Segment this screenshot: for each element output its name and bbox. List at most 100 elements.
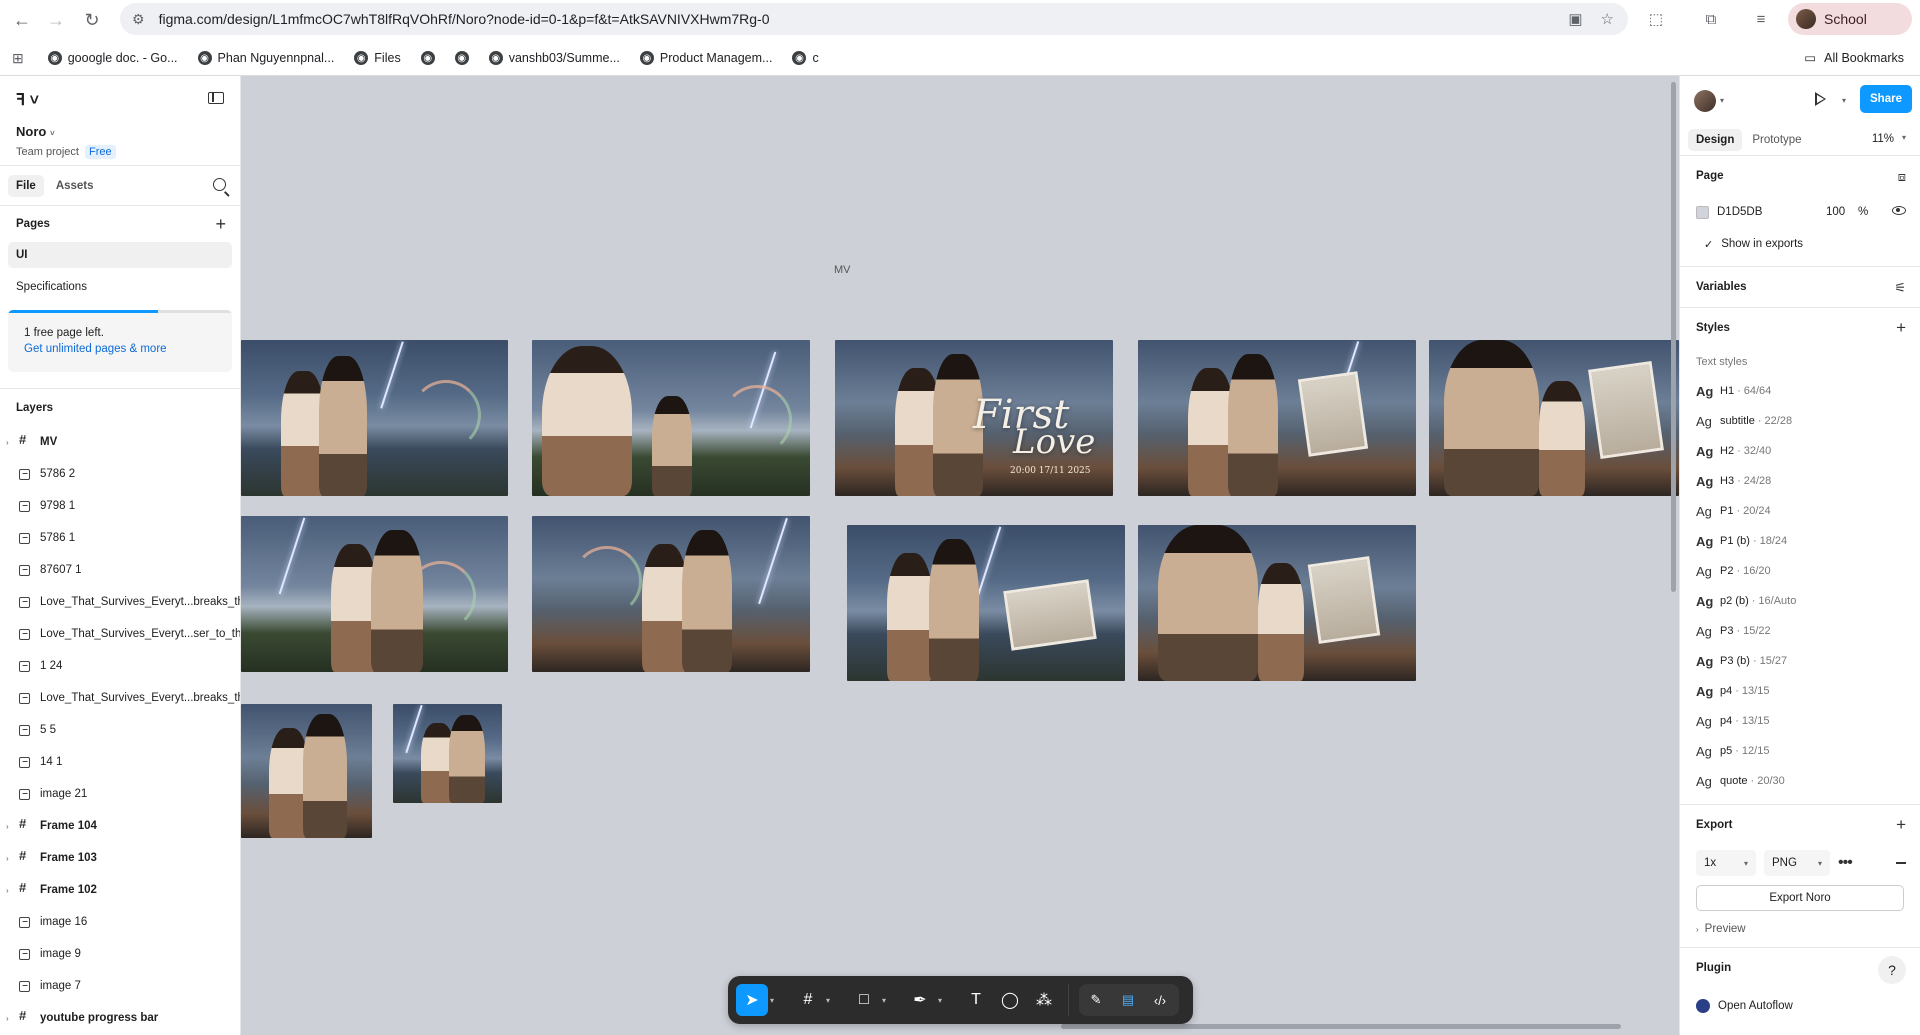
text-style-item[interactable]: Ag P3 (b) · 15/27 xyxy=(1680,646,1920,676)
layer-row[interactable]: › # MV xyxy=(0,426,240,458)
back-arrow-icon[interactable]: ← xyxy=(8,6,36,34)
layer-row[interactable]: Love_That_Survives_Everyt...breaks_th xyxy=(0,586,240,618)
layer-row[interactable]: 9798 1 xyxy=(0,490,240,522)
zoom-control[interactable]: 11% ▾ xyxy=(1872,133,1906,145)
image-thumbnail[interactable] xyxy=(532,340,810,496)
text-style-item[interactable]: Ag P3 · 15/22 xyxy=(1680,616,1920,646)
frame-label-mv[interactable]: MV xyxy=(834,264,851,276)
add-export-plus-icon[interactable]: + xyxy=(1896,815,1906,835)
reload-icon[interactable]: ↻ xyxy=(78,6,106,34)
image-thumbnail[interactable] xyxy=(393,704,502,803)
layer-row[interactable]: 5 5 xyxy=(0,714,240,746)
variables-icon[interactable]: ⚟ xyxy=(1894,280,1906,296)
fill-hex-value[interactable]: D1D5DB xyxy=(1717,206,1762,218)
plan-badge[interactable]: Free xyxy=(84,145,116,159)
rectangle-tool-icon[interactable]: □ xyxy=(848,984,880,1016)
bookmark-item[interactable]: ◉ vanshb03/Summe... xyxy=(488,51,620,65)
text-style-item[interactable]: Ag p4 · 13/15 xyxy=(1680,706,1920,736)
address-bar[interactable]: ⚙ figma.com/design/L1mfmcOC7whT8lfRqVOhR… xyxy=(120,3,1628,35)
text-style-item[interactable]: Ag P2 · 16/20 xyxy=(1680,556,1920,586)
move-tool-icon[interactable]: ➤ xyxy=(736,984,768,1016)
chevron-right-icon[interactable]: › xyxy=(6,886,9,895)
comment-tool-icon[interactable]: ◯ xyxy=(994,984,1026,1016)
bookmark-item[interactable]: ◉ Files xyxy=(354,51,401,65)
layer-row[interactable]: 87607 1 xyxy=(0,554,240,586)
image-thumbnail[interactable] xyxy=(241,340,508,496)
image-thumbnail[interactable] xyxy=(1138,340,1416,496)
url-text[interactable]: figma.com/design/L1mfmcOC7whT8lfRqVOhRf/… xyxy=(159,11,770,27)
image-thumbnail[interactable] xyxy=(1429,340,1679,496)
layer-row[interactable]: › # youtube progress bar xyxy=(0,1002,240,1034)
layer-row[interactable]: 1 24 xyxy=(0,650,240,682)
design-mode-icon[interactable]: ▤ xyxy=(1113,986,1143,1014)
page-fill-row[interactable]: D1D5DB 100 % xyxy=(1688,196,1912,228)
chevron-right-icon[interactable]: › xyxy=(6,854,9,863)
text-style-item[interactable]: Ag H3 · 24/28 xyxy=(1680,466,1920,496)
tab-prototype[interactable]: Prototype xyxy=(1744,129,1809,151)
pen-tool-icon[interactable]: ✒ xyxy=(904,984,936,1016)
text-style-item[interactable]: Ag quote · 20/30 xyxy=(1680,766,1920,796)
draw-mode-icon[interactable]: ✎ xyxy=(1081,986,1111,1014)
horizontal-scrollbar[interactable] xyxy=(1061,1024,1621,1029)
layer-row[interactable]: › # Frame 103 xyxy=(0,842,240,874)
fill-opacity-value[interactable]: 100 xyxy=(1826,206,1845,218)
text-style-item[interactable]: Ag p5 · 12/15 xyxy=(1680,736,1920,766)
layer-row[interactable]: image 9 xyxy=(0,938,240,970)
remove-export-icon[interactable] xyxy=(1896,862,1906,864)
tab-file[interactable]: File xyxy=(8,174,44,197)
text-tool-icon[interactable]: T xyxy=(960,984,992,1016)
bookmark-item[interactable]: ◉ xyxy=(454,51,469,65)
bookmark-item[interactable]: ◉ xyxy=(420,51,435,65)
layer-row[interactable]: › # Frame 102 xyxy=(0,874,240,906)
apps-grid-icon[interactable]: ⊞ xyxy=(12,50,24,67)
add-style-plus-icon[interactable]: + xyxy=(1896,318,1906,338)
frame-tool-icon[interactable]: # xyxy=(792,984,824,1016)
layer-row[interactable]: image 16 xyxy=(0,906,240,938)
layer-row[interactable]: 5786 2 xyxy=(0,458,240,490)
page-item-ui[interactable]: UI xyxy=(8,242,232,268)
help-icon[interactable]: ? xyxy=(1878,956,1906,984)
image-thumbnail[interactable] xyxy=(1138,525,1416,681)
layer-row[interactable]: Love_That_Survives_Everyt...ser_to_the xyxy=(0,618,240,650)
dev-mode-icon[interactable]: ‹/› xyxy=(1145,986,1175,1014)
text-style-item[interactable]: Ag H2 · 32/40 xyxy=(1680,436,1920,466)
upgrade-banner[interactable]: 1 free page left. Get unlimited pages & … xyxy=(8,310,232,372)
layer-row[interactable]: Love_That_Survives_Everyt...breaks_th xyxy=(0,682,240,714)
chevron-down-icon[interactable]: ▾ xyxy=(770,996,782,1005)
upsell-link[interactable]: Get unlimited pages & more xyxy=(24,343,167,355)
show-in-exports-checkbox[interactable]: ✓ Show in exports xyxy=(1680,228,1920,260)
eye-icon[interactable] xyxy=(1892,206,1906,215)
actions-icon[interactable]: ⁂ xyxy=(1028,984,1060,1016)
text-style-item[interactable]: Ag subtitle · 22/28 xyxy=(1680,406,1920,436)
panel-toggle-icon[interactable] xyxy=(208,92,224,104)
preview-toggle[interactable]: › Preview xyxy=(1680,911,1920,947)
file-name[interactable]: Noro ˅ xyxy=(16,124,55,139)
all-bookmarks-button[interactable]: ▭ All Bookmarks xyxy=(1804,50,1904,66)
chevron-down-icon[interactable]: ▾ xyxy=(882,996,894,1005)
export-scale-select[interactable]: 1x ▾ xyxy=(1696,850,1756,876)
text-style-item[interactable]: Ag p4 · 13/15 xyxy=(1680,676,1920,706)
canvas[interactable]: MV First Love 20:00 17/11 2025 xyxy=(241,76,1679,1035)
camera-off-icon[interactable]: ▣ xyxy=(1568,10,1582,28)
text-style-item[interactable]: Ag P1 (b) · 18/24 xyxy=(1680,526,1920,556)
star-icon[interactable]: ☆ xyxy=(1601,10,1614,28)
bookmark-item[interactable]: ◉ c xyxy=(792,51,819,65)
chevron-right-icon[interactable]: › xyxy=(6,438,9,447)
search-icon[interactable] xyxy=(213,178,226,191)
extensions-icon[interactable]: ⬚ xyxy=(1645,8,1667,30)
title-poster-thumbnail[interactable]: First Love 20:00 17/11 2025 xyxy=(835,340,1113,496)
figma-menu-icon[interactable]: ꟻ ˅ xyxy=(16,90,39,110)
chevron-right-icon[interactable]: › xyxy=(6,1014,9,1023)
screen-search-icon[interactable]: ⧉ xyxy=(1700,8,1722,30)
media-controls-icon[interactable]: ≡ xyxy=(1750,8,1772,30)
add-page-plus-icon[interactable]: + xyxy=(215,214,226,235)
bookmark-item[interactable]: ◉ Product Managem... xyxy=(639,51,772,65)
play-icon[interactable] xyxy=(1815,92,1826,106)
bookmark-item[interactable]: ◉ Phan Nguyennpnal... xyxy=(197,51,334,65)
image-thumbnail[interactable] xyxy=(241,516,508,672)
export-button[interactable]: Export Noro xyxy=(1696,885,1904,911)
color-swatch[interactable] xyxy=(1696,205,1709,219)
layer-row[interactable]: › # Frame 104 xyxy=(0,810,240,842)
avatar[interactable] xyxy=(1694,90,1716,112)
share-button[interactable]: Share xyxy=(1860,85,1912,113)
